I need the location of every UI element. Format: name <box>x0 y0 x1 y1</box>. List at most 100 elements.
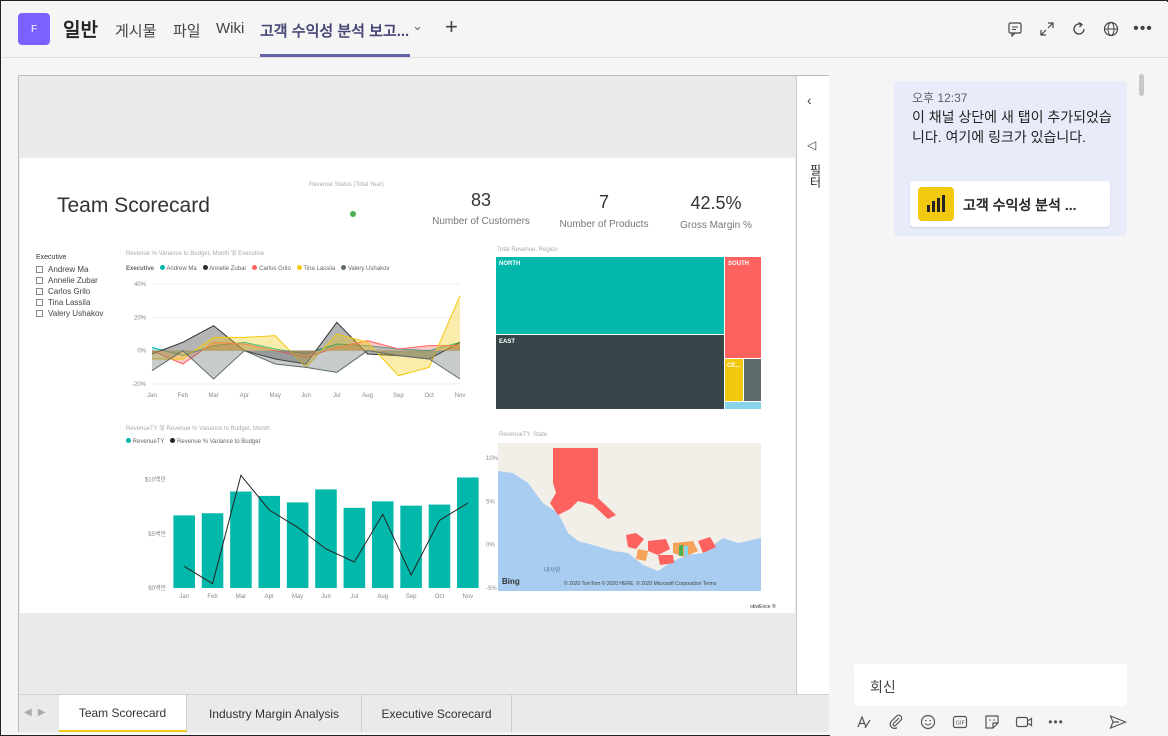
attach-icon[interactable] <box>886 712 906 732</box>
line-chart-legend: Executive Andrew Ma Annelie Zubar Carlos… <box>126 265 389 272</box>
y-tick-label: 0% <box>137 349 146 355</box>
globe-icon[interactable] <box>1100 18 1122 40</box>
slicer-item-annelie-zubar[interactable]: Annelie Zubar <box>36 276 103 285</box>
page-nav-arrows-icon[interactable]: ◀▶ <box>24 707 51 718</box>
combo-chart-legend: RevenueTY Revenue % Variance to Budget <box>126 438 260 445</box>
treemap-tile-south[interactable]: SOUTH <box>725 257 761 358</box>
y-right-tick-label: -5% <box>486 586 497 592</box>
emoji-icon[interactable] <box>918 712 938 732</box>
checkbox[interactable] <box>36 299 43 306</box>
report-canvas: Team Scorecard Revenue Status (Total Yea… <box>20 158 795 613</box>
x-tick-label: Oct <box>425 393 435 399</box>
checkbox[interactable] <box>36 266 43 273</box>
active-tab-indicator <box>260 54 410 57</box>
card-label: 고객 수익성 분석 ... <box>963 197 1077 213</box>
y-tick-label: -20% <box>132 382 147 388</box>
tab-customer-profitability[interactable]: 고객 수익성 분석 보고... <box>260 20 409 41</box>
slicer-item-andrew-ma[interactable]: Andrew Ma <box>36 265 103 274</box>
collapse-chevron-icon[interactable]: ‹ <box>807 92 812 108</box>
scrollbar[interactable] <box>1139 74 1144 96</box>
kpi-products-label: Number of Products <box>559 219 649 230</box>
page-tab-executive-scorecard[interactable]: Executive Scorecard <box>362 695 512 732</box>
x-tick-label: Aug <box>362 393 373 399</box>
gif-icon[interactable]: GIF <box>950 712 970 732</box>
slicer-item-tina-lassila[interactable]: Tina Lassila <box>36 298 103 307</box>
meet-now-icon[interactable] <box>1014 712 1034 732</box>
x-tick-label: Jun <box>301 393 311 399</box>
slicer-item-label: Annelie Zubar <box>48 276 98 285</box>
x-tick-label: Mar <box>208 393 218 399</box>
y-left-tick-label: $5백만 <box>148 530 166 538</box>
slicer-item-carlos-grilo[interactable]: Carlos Grilo <box>36 287 103 296</box>
checkbox[interactable] <box>36 288 43 295</box>
x-tick-label: Feb <box>207 594 218 600</box>
revenue-bar <box>343 507 366 588</box>
more-options-icon[interactable]: ••• <box>1132 18 1154 40</box>
slicer-item-valery-ushakov[interactable]: Valery Ushakov <box>36 309 103 318</box>
x-tick-label: May <box>270 393 281 399</box>
chat-pane: 오후 12:37 이 채널 상단에 새 탭이 추가되었습니다. 여기에 링크가 … <box>830 58 1168 736</box>
legend-title: Executive <box>126 265 155 272</box>
page-tab-team-scorecard[interactable]: Team Scorecard <box>59 695 187 732</box>
x-tick-label: Nov <box>455 393 466 399</box>
treemap-tile-east[interactable]: EAST <box>496 335 724 409</box>
map-copyright: © 2020 TomTom © 2020 HERE, © 2020 Micros… <box>564 581 717 587</box>
svg-text:GIF: GIF <box>956 721 965 727</box>
legend-item: Andrew Ma <box>160 265 197 272</box>
expand-icon[interactable] <box>1036 18 1058 40</box>
tab-files[interactable]: 파일 <box>173 20 201 41</box>
slicer-item-label: Carlos Grilo <box>48 287 91 296</box>
x-tick-label: Nov <box>462 594 473 600</box>
slicer-item-label: Andrew Ma <box>48 265 89 274</box>
legend-item: Valery Ushakov <box>341 265 389 272</box>
x-tick-label: Oct <box>435 594 445 600</box>
tab-posts[interactable]: 게시물 <box>115 20 156 41</box>
combo-chart-title: RevenueTY 및 Revenue % Variance to Budget… <box>126 426 270 432</box>
tab-wiki[interactable]: Wiki <box>216 20 244 37</box>
y-right-tick-label: 10% <box>486 456 499 462</box>
checkbox[interactable] <box>36 310 43 317</box>
report-title: Team Scorecard <box>57 194 210 217</box>
checkbox[interactable] <box>36 277 43 284</box>
x-tick-label: Jul <box>351 594 359 600</box>
refresh-icon[interactable] <box>1068 18 1090 40</box>
send-icon[interactable] <box>1108 712 1128 732</box>
filters-label[interactable]: 필터 <box>807 164 824 188</box>
message-text: 이 채널 상단에 새 탭이 추가되었습니다. 여기에 링크가 있습니다. <box>912 109 1112 145</box>
kpi-products-value: 7 <box>598 192 609 212</box>
revenue-combo-chart[interactable]: $10백만 $5백만 $0백만 10% 5% 0% -5% Jan Feb Mar Apr May Ju… <box>120 448 500 603</box>
treemap-tile-north[interactable]: NORTH <box>496 257 724 334</box>
x-tick-label: Feb <box>178 393 189 399</box>
sticker-icon[interactable] <box>982 712 1002 732</box>
revenue-status-label: Revenue Status (Total Year) <box>309 182 384 188</box>
x-tick-label: Jan <box>179 594 189 600</box>
treemap-tile-other[interactable] <box>744 359 761 401</box>
map-shapes <box>498 443 761 571</box>
treemap-tile-central[interactable]: CE... <box>725 359 743 401</box>
team-avatar[interactable]: F <box>18 13 50 45</box>
tab-link-card[interactable]: 고객 수익성 분석 ... <box>910 181 1110 227</box>
legend-item: RevenueTY <box>126 438 164 445</box>
bing-logo: Bing <box>502 577 520 586</box>
variance-area-chart[interactable]: 40% 20% 0% -20%Jan Feb Mar Apr May Jun Jul Aug Sep O… <box>120 274 470 409</box>
region-treemap[interactable]: NORTH SOUTH EAST CE... <box>496 257 762 409</box>
legend-item: Revenue % Variance to Budget <box>170 438 260 445</box>
conversation-icon[interactable] <box>1004 18 1026 40</box>
format-icon[interactable] <box>854 712 874 732</box>
add-tab-icon[interactable]: + <box>445 14 458 40</box>
page-tab-industry-margin[interactable]: Industry Margin Analysis <box>187 695 362 732</box>
message-bubble: 오후 12:37 이 채널 상단에 새 탭이 추가되었습니다. 여기에 링크가 … <box>894 81 1127 236</box>
kpi-margin-label: Gross Margin % <box>680 220 752 231</box>
treemap-tile-small[interactable] <box>725 402 761 409</box>
filter-icon[interactable]: ◁ <box>807 138 816 152</box>
x-tick-label: Apr <box>265 594 274 600</box>
channel-header: F 일반 게시물 파일 Wiki 고객 수익성 분석 보고... ⌄ + ••• <box>2 2 1168 58</box>
chevron-down-icon[interactable]: ⌄ <box>412 18 423 34</box>
reply-box[interactable]: 회신 <box>854 664 1127 706</box>
state-map[interactable]: Bing © 2020 TomTom © 2020 HERE, © 2020 M… <box>498 443 761 591</box>
x-tick-label: Jun <box>321 594 331 600</box>
message-time: 오후 12:37 <box>912 91 968 105</box>
more-options-icon[interactable]: ••• <box>1046 712 1066 732</box>
revenue-bar <box>173 515 195 588</box>
powerbi-icon <box>918 187 954 221</box>
